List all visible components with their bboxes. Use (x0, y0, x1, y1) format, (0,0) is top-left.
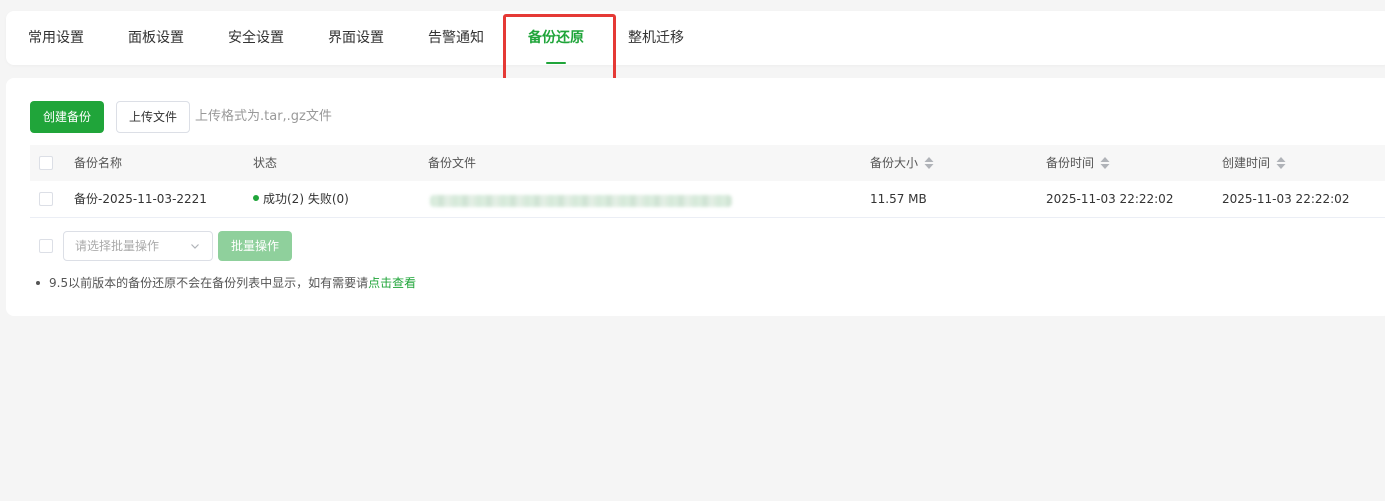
sort-icon (1100, 156, 1110, 169)
chevron-down-icon (191, 244, 199, 249)
row-checkbox[interactable] (39, 192, 53, 206)
upload-file-button[interactable]: 上传文件 (116, 101, 190, 133)
backup-file-blurred (430, 195, 732, 207)
tab-interface-settings[interactable]: 界面设置 (328, 11, 384, 65)
tab-common-settings[interactable]: 常用设置 (28, 11, 84, 65)
view-legacy-link[interactable]: 点击查看 (368, 276, 416, 290)
tab-machine-migration[interactable]: 整机迁移 (628, 11, 684, 65)
column-header-file: 备份文件 (428, 156, 477, 170)
settings-tab-bar: 常用设置 面板设置 安全设置 界面设置 告警通知 备份还原 整机迁移 (6, 11, 1385, 65)
active-tab-indicator (546, 62, 566, 64)
backup-panel: 创建备份 上传文件 上传格式为.tar,.gz文件 备份名称 状态 备份文件 备… (6, 78, 1385, 316)
select-all-checkbox[interactable] (39, 156, 53, 170)
create-time: 2025-11-03 22:22:02 (1222, 192, 1350, 206)
batch-select-placeholder: 请选择批量操作 (75, 239, 160, 253)
backup-time: 2025-11-03 22:22:02 (1046, 192, 1174, 206)
column-header-backup-time-sortable[interactable]: 备份时间 (1046, 145, 1110, 181)
backup-table: 备份名称 状态 备份文件 备份大小 备份时间 创建时间 备份-2025-11-0… (30, 145, 1385, 218)
batch-select-all-checkbox[interactable] (39, 239, 53, 253)
column-header-size: 备份大小 (870, 156, 919, 170)
upload-format-hint: 上传格式为.tar,.gz文件 (195, 109, 332, 124)
tab-backup-restore[interactable]: 备份还原 (528, 11, 584, 65)
table-row: 备份-2025-11-03-2221 成功(2) 失败(0) 11.57 MB … (30, 181, 1385, 218)
create-backup-button[interactable]: 创建备份 (30, 101, 104, 133)
column-header-status: 状态 (253, 156, 278, 170)
tab-panel-settings[interactable]: 面板设置 (128, 11, 184, 65)
column-header-create-time-sortable[interactable]: 创建时间 (1222, 145, 1286, 181)
backup-size: 11.57 MB (870, 192, 927, 206)
batch-operation-select[interactable]: 请选择批量操作 (63, 231, 213, 261)
tab-alert-notifications[interactable]: 告警通知 (428, 11, 484, 65)
backup-status: 成功(2) 失败(0) (253, 181, 349, 217)
sort-icon (1276, 156, 1286, 169)
column-header-name: 备份名称 (74, 156, 123, 170)
column-header-size-sortable[interactable]: 备份大小 (870, 145, 934, 181)
bullet-icon (36, 280, 40, 285)
success-dot-icon (253, 194, 259, 201)
table-header: 备份名称 状态 备份文件 备份大小 备份时间 创建时间 (30, 145, 1385, 181)
legacy-backup-note: 9.5以前版本的备份还原不会在备份列表中显示，如有需要请点击查看 (36, 274, 416, 292)
sort-icon (924, 156, 934, 169)
backup-status-text: 成功(2) 失败(0) (263, 192, 349, 206)
column-header-create-time: 创建时间 (1222, 156, 1271, 170)
backup-name: 备份-2025-11-03-2221 (74, 192, 207, 206)
tab-security-settings[interactable]: 安全设置 (228, 11, 284, 65)
note-text: 9.5以前版本的备份还原不会在备份列表中显示，如有需要请 (49, 276, 369, 290)
column-header-backup-time: 备份时间 (1046, 156, 1095, 170)
batch-operation-button[interactable]: 批量操作 (218, 231, 292, 261)
